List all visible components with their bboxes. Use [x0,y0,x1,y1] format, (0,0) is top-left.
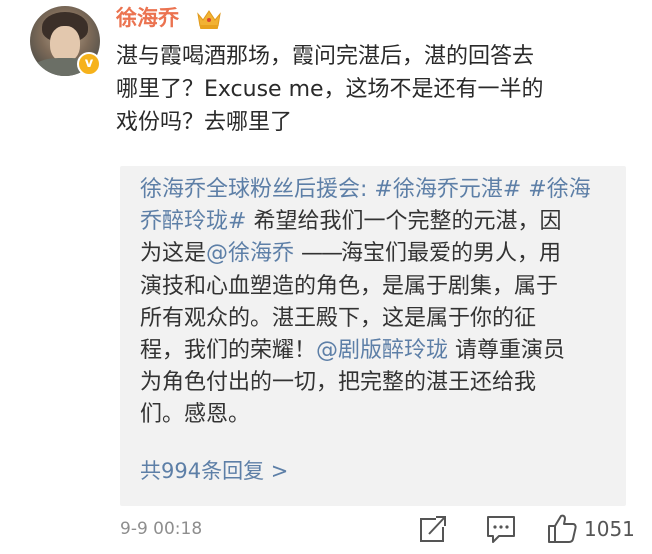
quoted-line: 演技和心血塑造的角色，是属于剧集，属于 [140,273,559,299]
comment-icon[interactable] [484,512,518,546]
mention-link[interactable]: @徐海乔 [206,241,294,266]
quoted-text: 希望给我们一个完整的元湛，因 [253,209,562,235]
mention-link[interactable]: @剧版醉玲珑 [316,338,448,363]
quoted-text: 请尊重演员 [455,338,566,364]
username[interactable]: 徐海乔 [116,4,179,32]
quoted-line: 们。感恩。 [140,402,251,428]
quoted-text: 程，我们的荣耀！ [140,338,317,364]
quoted-line: 乔醉玲珑# 希望给我们一个完整的元湛，因 [140,206,610,238]
quoted-author-link[interactable]: 徐海乔全球粉丝后援会: [140,177,367,202]
timestamp: 9-9 00:18 [120,519,203,539]
quoted-post-text: 徐海乔全球粉丝后援会: #徐海乔元湛# #徐海 乔醉玲珑# 希望给我们一个完整的… [140,174,610,432]
quoted-line: 程，我们的荣耀！@剧版醉玲珑 请尊重演员 [140,335,610,367]
quoted-text: 海宝们最爱的男人，用 [341,241,562,267]
verified-v-icon: v [77,52,101,76]
quoted-line: 为角色付出的一切，把完整的湛王还给我 [140,370,537,396]
verified-v-glyph: v [84,56,94,71]
quoted-line: 为这是@徐海乔 ——海宝们最爱的男人，用 [140,238,610,270]
like-count: 1051 [584,517,635,541]
post-text-line: 哪里了？Excuse me，这场不是还有一半的 [116,77,544,102]
like-icon[interactable] [546,512,578,546]
post-text: 湛与霞喝酒那场，霞问完湛后，湛的回答去 哪里了？Excuse me，这场不是还有… [116,40,636,139]
quoted-dash: —— [301,241,343,267]
post-text-line: 戏份吗？去哪里了 [116,110,293,135]
reply-count-link[interactable]: 共994条回复 > [140,456,288,486]
hashtag-link[interactable]: #徐海乔元湛# [374,177,521,202]
hashtag-link[interactable]: #徐海 [528,177,590,202]
quoted-line: 所有观众的。湛王殿下，这是属于你的征 [140,305,537,331]
share-icon[interactable] [416,512,448,546]
quoted-text: 为这是 [140,241,207,267]
hashtag-link[interactable]: 乔醉玲珑# [140,209,246,234]
quoted-line: 徐海乔全球粉丝后援会: #徐海乔元湛# #徐海 [140,174,610,206]
post-text-line: 湛与霞喝酒那场，霞问完湛后，湛的回答去 [116,44,535,69]
avatar-face [50,26,80,62]
crown-icon [197,10,221,29]
